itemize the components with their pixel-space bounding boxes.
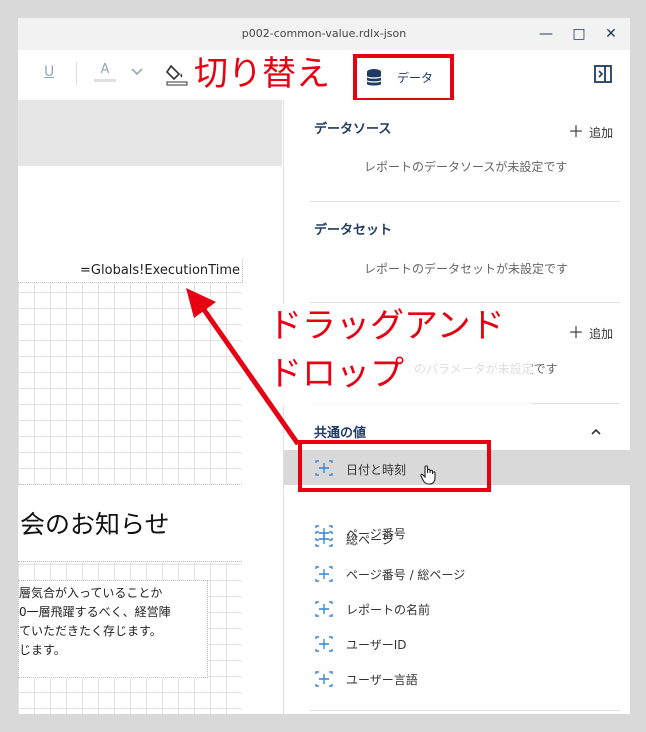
annotation-arrow [186,288,301,446]
